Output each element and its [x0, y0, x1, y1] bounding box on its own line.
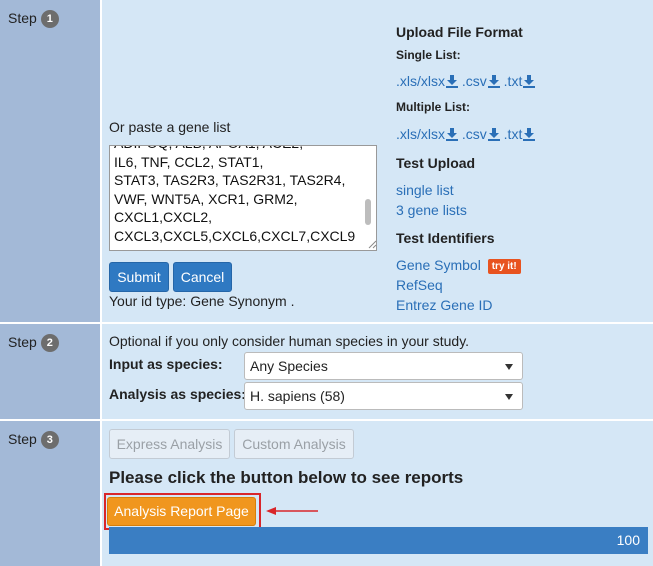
single-txt-link[interactable]: .txt [504, 73, 536, 89]
step2-text: Step [8, 334, 37, 350]
multiple-csv-link[interactable]: .csv [462, 126, 500, 142]
paste-label: Or paste a gene list [109, 119, 231, 135]
download-icon [523, 128, 536, 141]
resize-grip-icon[interactable] [367, 239, 377, 249]
test-upload-title: Test Upload [396, 155, 476, 171]
multiple-txt-link[interactable]: .txt [504, 126, 536, 142]
step3-row: Step 3 Express Analysis Custom Analysis P… [0, 421, 653, 566]
multiple-txt-text: .txt [503, 126, 523, 142]
multiple-csv-text: .csv [461, 126, 487, 142]
multiple-xlsx-text: .xls/xlsx [396, 126, 445, 142]
scrollbar-thumb[interactable] [365, 199, 371, 225]
step3-badge: 3 [40, 431, 59, 449]
try-it-badge[interactable]: try it! [487, 259, 521, 274]
step2-row: Step 2 Optional if you only consider huma… [0, 324, 653, 419]
step3-text: Step [8, 431, 37, 447]
single-txt-text: .txt [503, 73, 523, 89]
gene-lists-link[interactable]: 3 gene lists [396, 202, 467, 218]
multiple-list-label: Multiple List: [396, 100, 470, 114]
download-icon [446, 75, 458, 88]
single-xlsx-text: .xls/xlsx [396, 73, 445, 89]
page-frame: Step 1 Or paste a gene list ADIPOQ, ALB, … [0, 0, 653, 566]
step1-label: Step 1 [8, 10, 59, 28]
single-list-label: Single List: [396, 48, 461, 62]
chevron-down-icon [505, 394, 513, 400]
step2-label: Step 2 [8, 334, 59, 352]
progress-label: 100 [616, 532, 640, 548]
download-icon [487, 75, 500, 88]
multiple-xlsx-link[interactable]: .xls/xlsx [396, 126, 458, 142]
step3-cell: Step 3 [0, 421, 100, 566]
gene-symbol-row: Gene Symbol try it! [396, 257, 521, 274]
input-species-label: Input as species: [109, 356, 223, 372]
refseq-link[interactable]: RefSeq [396, 277, 443, 293]
progress-fill [109, 527, 648, 554]
analysis-species-select[interactable]: H. sapiens (58) [244, 382, 523, 410]
progress-bar: 100 [109, 527, 648, 554]
step1-row: Step 1 Or paste a gene list ADIPOQ, ALB, … [0, 0, 653, 322]
download-icon [487, 128, 500, 141]
input-species-select[interactable]: Any Species [244, 352, 523, 380]
download-icon [523, 75, 536, 88]
multiple-list-links: .xls/xlsx .csv .txt [396, 126, 536, 142]
gene-list-scrollbar[interactable] [361, 147, 375, 249]
analysis-species-value: H. sapiens (58) [250, 388, 345, 404]
input-species-value: Any Species [250, 358, 328, 374]
red-arrow-icon [266, 507, 318, 515]
single-csv-link[interactable]: .csv [462, 73, 500, 89]
custom-analysis-button[interactable]: Custom Analysis [234, 429, 354, 459]
entrez-link[interactable]: Entrez Gene ID [396, 297, 493, 313]
analysis-species-label: Analysis as species: [109, 386, 246, 402]
test-identifiers-title: Test Identifiers [396, 230, 495, 246]
upload-format-title: Upload File Format [396, 24, 523, 40]
id-type-text: Your id type: Gene Synonym . [109, 293, 295, 309]
analysis-report-button[interactable]: Analysis Report Page [107, 497, 256, 526]
gene-symbol-link[interactable]: Gene Symbol [396, 257, 481, 273]
chevron-down-icon [505, 364, 513, 370]
step1-text: Step [8, 10, 37, 26]
step1-content: Or paste a gene list ADIPOQ, ALB, APOA1,… [102, 0, 653, 322]
step3-label: Step 3 [8, 431, 59, 449]
single-list-links: .xls/xlsx .csv .txt [396, 73, 536, 89]
step2-badge: 2 [40, 334, 59, 352]
submit-button[interactable]: Submit [109, 262, 169, 292]
step1-cell: Step 1 [0, 0, 100, 322]
step2-cell: Step 2 [0, 324, 100, 419]
express-analysis-button[interactable]: Express Analysis [109, 429, 230, 459]
step2-content: Optional if you only consider human spec… [102, 324, 653, 419]
cancel-button[interactable]: Cancel [173, 262, 232, 292]
download-icon [446, 128, 458, 141]
species-description: Optional if you only consider human spec… [109, 333, 470, 349]
step1-badge: 1 [40, 10, 59, 28]
single-list-link[interactable]: single list [396, 182, 454, 198]
single-csv-text: .csv [461, 73, 487, 89]
gene-list-textarea[interactable]: ADIPOQ, ALB, APOA1, ACE2, IL6, TNF, CCL2… [109, 145, 377, 251]
step3-content: Express Analysis Custom Analysis Please … [102, 421, 653, 566]
report-prompt: Please click the button below to see rep… [109, 468, 464, 487]
single-xlsx-link[interactable]: .xls/xlsx [396, 73, 458, 89]
